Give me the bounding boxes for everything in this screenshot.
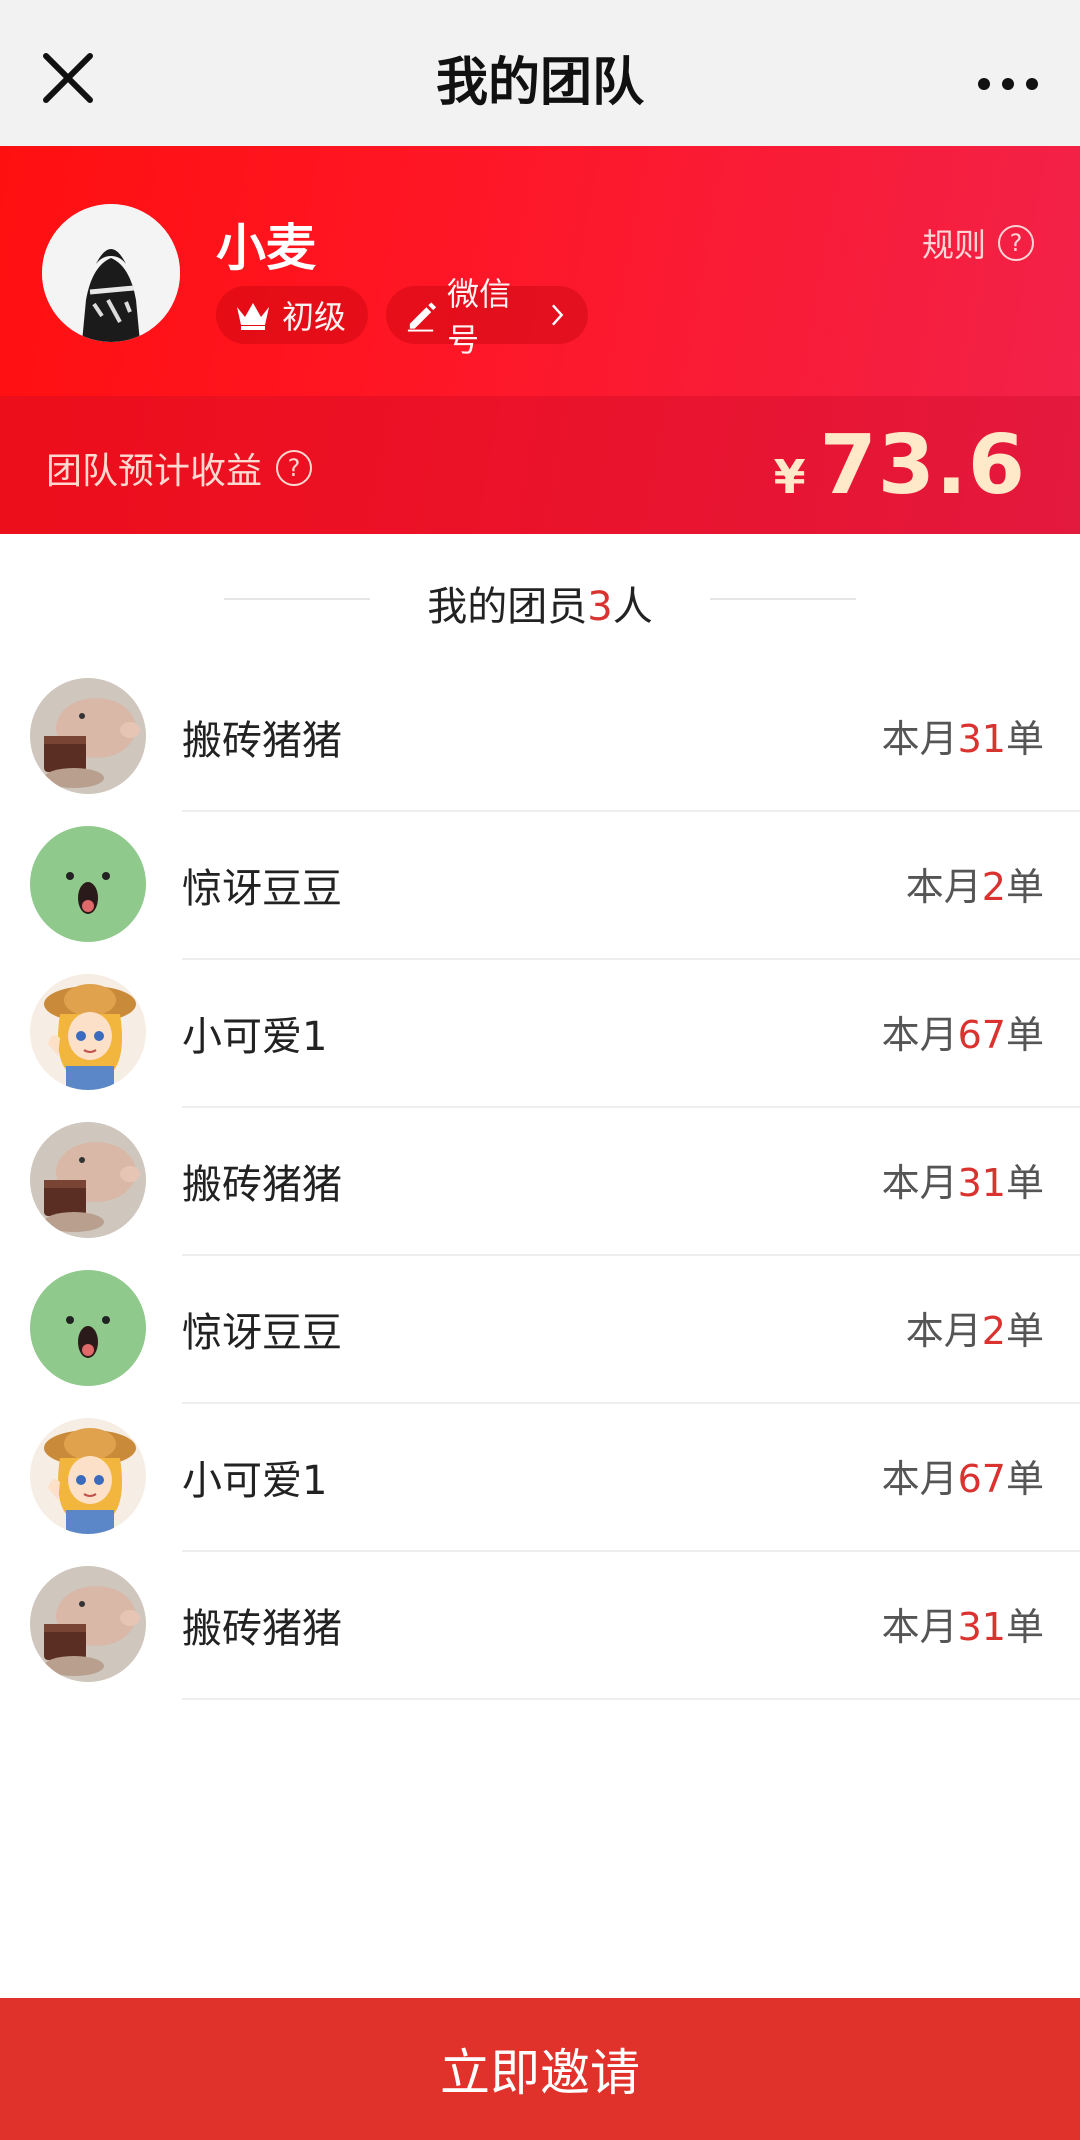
- member-orders: 本月31单: [881, 717, 1044, 761]
- close-icon[interactable]: [40, 50, 96, 106]
- list-item[interactable]: 搬砖猪猪 本月31单: [0, 1108, 1080, 1256]
- member-name: 小可爱1: [182, 1014, 328, 1060]
- member-orders: 本月2单: [905, 1309, 1044, 1353]
- pencil-icon: [407, 302, 437, 332]
- navbar: 我的团队: [0, 0, 1080, 146]
- member-orders: 本月67单: [881, 1013, 1044, 1057]
- page-title: 我的团队: [435, 53, 644, 113]
- list-item[interactable]: 惊讶豆豆 本月2单: [0, 1256, 1080, 1404]
- list-item[interactable]: 惊讶豆豆 本月2单: [0, 812, 1080, 960]
- user-avatar[interactable]: [42, 204, 180, 342]
- wechat-label: 微信号: [447, 275, 512, 359]
- row-divider: [182, 1698, 1080, 1700]
- member-orders: 本月31单: [881, 1161, 1044, 1205]
- pig-avatar: [30, 1122, 146, 1238]
- list-item[interactable]: 小可爱1 本月67单: [0, 960, 1080, 1108]
- member-name: 搬砖猪猪: [182, 1162, 342, 1208]
- earnings-label: 团队预计收益: [46, 451, 263, 492]
- member-orders: 本月2单: [905, 865, 1044, 909]
- earnings-band: 团队预计收益 ? ¥ 73.6: [0, 396, 1080, 534]
- member-name: 搬砖猪猪: [182, 1606, 342, 1652]
- level-badge: 初级: [216, 286, 368, 344]
- question-icon: ?: [998, 225, 1034, 261]
- list-item[interactable]: 搬砖猪猪 本月31单: [0, 1552, 1080, 1700]
- list-item[interactable]: 小可爱1 本月67单: [0, 1404, 1080, 1552]
- divider-line: [710, 598, 856, 600]
- profile-header: 小麦 初级 微信号 规则 ? 团队预计收益 ? ¥ 73.6: [0, 146, 1080, 534]
- member-name: 惊讶豆豆: [182, 866, 342, 912]
- pig-avatar: [30, 1566, 146, 1682]
- girl-avatar: [30, 1418, 146, 1534]
- list-item[interactable]: 搬砖猪猪 本月31单: [0, 664, 1080, 812]
- invite-button[interactable]: 立即邀请: [0, 1998, 1080, 2140]
- member-orders: 本月67单: [881, 1457, 1044, 1501]
- level-label: 初级: [282, 298, 347, 336]
- earnings-value: 73.6: [819, 418, 1026, 513]
- pig-avatar: [30, 678, 146, 794]
- member-name: 搬砖猪猪: [182, 718, 342, 764]
- member-orders: 本月31单: [881, 1605, 1044, 1649]
- member-list: 搬砖猪猪 本月31单 惊讶豆豆 本月2单 小可爱1 本月67单 搬砖猪猪 本月3…: [0, 664, 1080, 1700]
- question-icon[interactable]: ?: [276, 450, 313, 486]
- more-icon[interactable]: [976, 60, 1040, 108]
- user-name: 小麦: [216, 219, 316, 277]
- green-face-avatar: [30, 826, 146, 942]
- members-heading: 我的团员3人: [427, 584, 653, 630]
- rules-label: 规则: [921, 226, 986, 264]
- rules-link[interactable]: 规则 ?: [922, 220, 1034, 266]
- wechat-id-button[interactable]: 微信号: [386, 275, 588, 359]
- earnings-label-group: 团队预计收益 ?: [46, 442, 313, 494]
- member-name: 小可爱1: [182, 1458, 328, 1504]
- member-name: 惊讶豆豆: [182, 1310, 342, 1356]
- earnings-amount: ¥ 73.6: [774, 418, 1026, 513]
- members-section-title: 我的团员3人: [0, 534, 1080, 664]
- crown-icon: [237, 303, 269, 330]
- green-face-avatar: [30, 1270, 146, 1386]
- currency-symbol: ¥: [773, 450, 806, 504]
- chevron-right-icon: [552, 304, 564, 326]
- girl-avatar: [30, 974, 146, 1090]
- members-count: 3: [587, 584, 613, 630]
